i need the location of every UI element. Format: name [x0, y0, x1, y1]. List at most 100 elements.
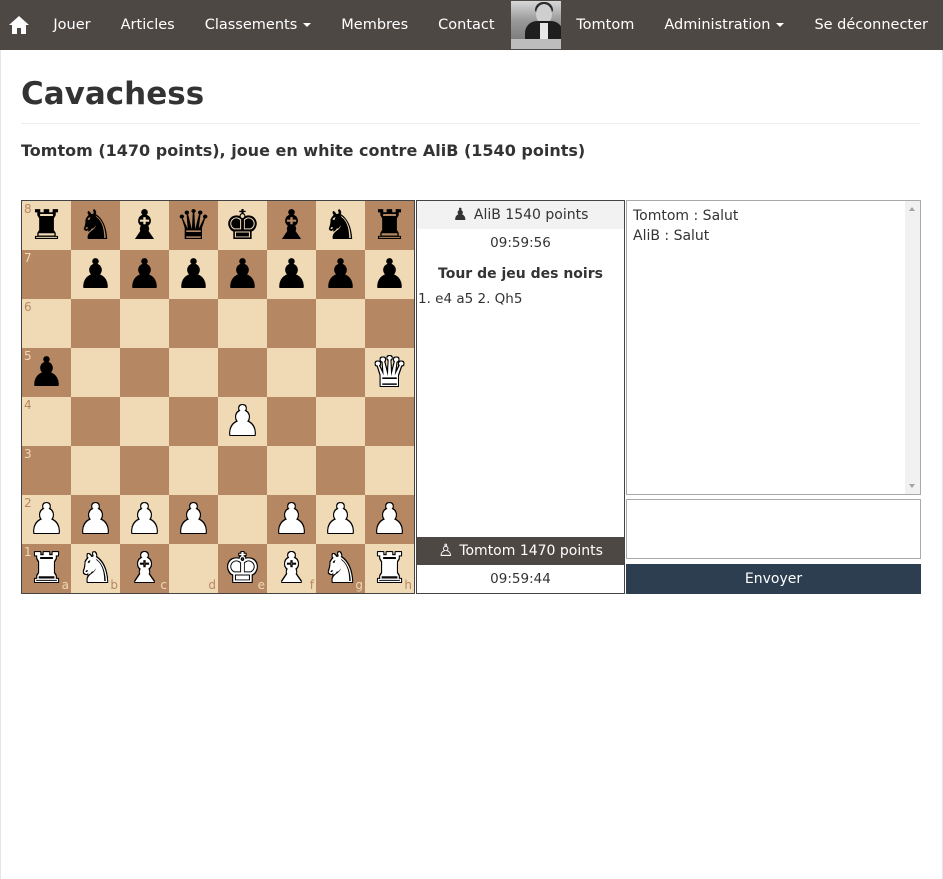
square-h6[interactable] [365, 299, 414, 348]
square-g8[interactable]: ♞ [316, 201, 365, 250]
nav-membres[interactable]: Membres [326, 0, 423, 50]
square-a8[interactable]: ♜ 8 [22, 201, 71, 250]
square-d5[interactable] [169, 348, 218, 397]
square-f6[interactable] [267, 299, 316, 348]
square-h8[interactable]: ♜ [365, 201, 414, 250]
square-a1[interactable]: ♜ 1 a [22, 544, 71, 593]
square-g5[interactable] [316, 348, 365, 397]
nav-user-profile[interactable]: Tomtom [561, 0, 649, 50]
square-a7[interactable]: 7 [22, 250, 71, 299]
nav-administration-dropdown[interactable]: Administration [649, 0, 799, 50]
square-d1[interactable]: d [169, 544, 218, 593]
black-rook-icon[interactable]: ♜ [365, 201, 414, 250]
scroll-down-arrow-icon[interactable] [909, 484, 915, 488]
square-g3[interactable] [316, 446, 365, 495]
black-pawn-icon[interactable]: ♟ [120, 250, 169, 299]
square-b7[interactable]: ♟ [71, 250, 120, 299]
square-c6[interactable] [120, 299, 169, 348]
user-avatar[interactable] [510, 1, 562, 49]
square-d3[interactable] [169, 446, 218, 495]
square-e5[interactable] [218, 348, 267, 397]
home-link[interactable] [0, 0, 38, 50]
square-g7[interactable]: ♟ [316, 250, 365, 299]
black-pawn-icon[interactable]: ♟ [169, 250, 218, 299]
square-e7[interactable]: ♟ [218, 250, 267, 299]
nav-classements-dropdown[interactable]: Classements [190, 0, 327, 50]
white-pawn-icon[interactable]: ♟ [316, 495, 365, 544]
square-g4[interactable] [316, 397, 365, 446]
nav-articles[interactable]: Articles [106, 0, 190, 50]
black-bishop-icon[interactable]: ♝ [267, 201, 316, 250]
square-c8[interactable]: ♝ [120, 201, 169, 250]
white-pawn-icon[interactable]: ♟ [218, 397, 267, 446]
chat-log[interactable]: Tomtom : Salut AliB : Salut [626, 200, 921, 495]
square-b1[interactable]: ♞ b [71, 544, 120, 593]
square-e6[interactable] [218, 299, 267, 348]
square-c7[interactable]: ♟ [120, 250, 169, 299]
square-f1[interactable]: ♝ f [267, 544, 316, 593]
white-pawn-icon[interactable]: ♟ [169, 495, 218, 544]
square-f7[interactable]: ♟ [267, 250, 316, 299]
square-f5[interactable] [267, 348, 316, 397]
square-a5[interactable]: ♟ 5 [22, 348, 71, 397]
square-a2[interactable]: ♟ 2 [22, 495, 71, 544]
black-pawn-icon[interactable]: ♟ [218, 250, 267, 299]
send-button[interactable]: Envoyer [626, 564, 921, 594]
nav-logout[interactable]: Se déconnecter [799, 0, 943, 50]
square-b5[interactable] [71, 348, 120, 397]
square-h1[interactable]: ♜ h [365, 544, 414, 593]
white-queen-icon[interactable]: ♛ [365, 348, 414, 397]
square-f2[interactable]: ♟ [267, 495, 316, 544]
scroll-up-arrow-icon[interactable] [909, 207, 915, 211]
square-h5[interactable]: ♛ [365, 348, 414, 397]
square-c4[interactable] [120, 397, 169, 446]
black-pawn-icon[interactable]: ♟ [267, 250, 316, 299]
square-f3[interactable] [267, 446, 316, 495]
square-e4[interactable]: ♟ [218, 397, 267, 446]
square-a3[interactable]: 3 [22, 446, 71, 495]
square-d2[interactable]: ♟ [169, 495, 218, 544]
nav-contact[interactable]: Contact [423, 0, 509, 50]
chat-input[interactable] [626, 499, 921, 559]
square-b3[interactable] [71, 446, 120, 495]
square-b4[interactable] [71, 397, 120, 446]
square-h4[interactable] [365, 397, 414, 446]
square-g2[interactable]: ♟ [316, 495, 365, 544]
chess-board[interactable]: ♜ 8 ♞ ♝ ♛ ♚ ♝ ♞ ♜ 7 ♟ ♟ ♟ ♟ ♟ ♟ ♟ 6 ♟ 5 ♛ 4 ♟ 3 ♟ 2 ♟ ♟ ♟ ♟ ♟ ♟ ♜ 1 a ♞ b ♝ c d… [21, 200, 415, 594]
black-pawn-icon[interactable]: ♟ [365, 250, 414, 299]
black-knight-icon[interactable]: ♞ [316, 201, 365, 250]
square-h7[interactable]: ♟ [365, 250, 414, 299]
white-pawn-icon[interactable]: ♟ [71, 495, 120, 544]
square-b6[interactable] [71, 299, 120, 348]
square-f4[interactable] [267, 397, 316, 446]
square-b8[interactable]: ♞ [71, 201, 120, 250]
square-d8[interactable]: ♛ [169, 201, 218, 250]
square-g6[interactable] [316, 299, 365, 348]
square-d4[interactable] [169, 397, 218, 446]
square-e8[interactable]: ♚ [218, 201, 267, 250]
black-bishop-icon[interactable]: ♝ [120, 201, 169, 250]
square-b2[interactable]: ♟ [71, 495, 120, 544]
nav-jouer[interactable]: Jouer [38, 0, 105, 50]
chat-scrollbar[interactable] [905, 201, 920, 494]
square-c3[interactable] [120, 446, 169, 495]
black-pawn-icon[interactable]: ♟ [316, 250, 365, 299]
square-c2[interactable]: ♟ [120, 495, 169, 544]
black-knight-icon[interactable]: ♞ [71, 201, 120, 250]
white-pawn-icon[interactable]: ♟ [267, 495, 316, 544]
square-d6[interactable] [169, 299, 218, 348]
square-e3[interactable] [218, 446, 267, 495]
square-e2[interactable] [218, 495, 267, 544]
white-pawn-icon[interactable]: ♟ [120, 495, 169, 544]
square-c1[interactable]: ♝ c [120, 544, 169, 593]
square-g1[interactable]: ♞ g [316, 544, 365, 593]
square-a4[interactable]: 4 [22, 397, 71, 446]
white-pawn-icon[interactable]: ♟ [365, 495, 414, 544]
black-king-icon[interactable]: ♚ [218, 201, 267, 250]
white-bishop-icon[interactable]: ♝ [267, 544, 316, 593]
square-d7[interactable]: ♟ [169, 250, 218, 299]
square-h3[interactable] [365, 446, 414, 495]
square-e1[interactable]: ♚ e [218, 544, 267, 593]
black-pawn-icon[interactable]: ♟ [71, 250, 120, 299]
square-h2[interactable]: ♟ [365, 495, 414, 544]
